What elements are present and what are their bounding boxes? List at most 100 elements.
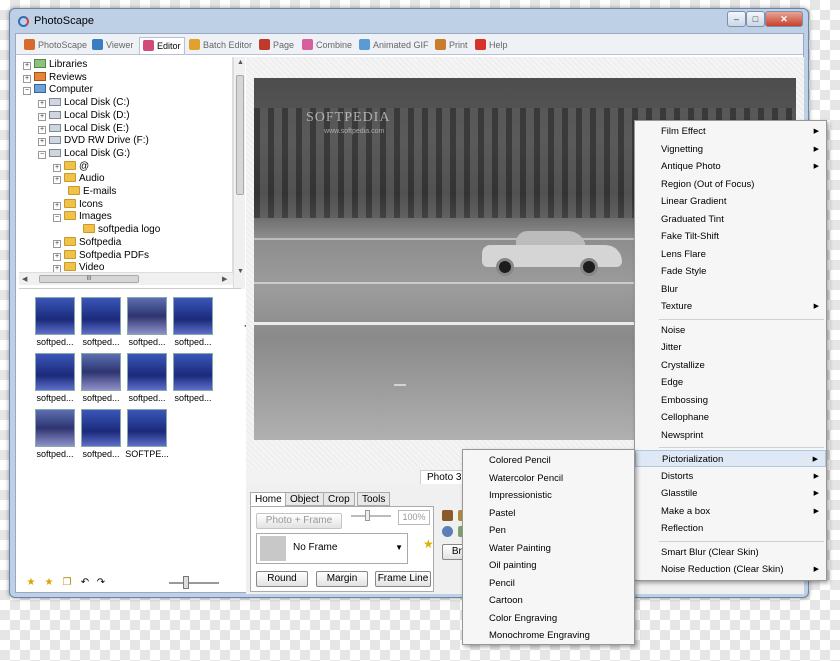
menu-item-embossing[interactable]: Embossing xyxy=(635,392,826,409)
thumbnail[interactable]: softped... xyxy=(33,409,77,462)
menu-item-film-effect[interactable]: Film Effect ▶ xyxy=(635,123,826,140)
tree-node[interactable]: + @ xyxy=(53,160,89,173)
expander-icon[interactable]: − xyxy=(53,214,61,223)
tree-node[interactable]: + Local Disk (C:) xyxy=(38,96,130,109)
expander-icon[interactable]: + xyxy=(53,265,61,272)
menu-item-newsprint[interactable]: Newsprint xyxy=(635,427,826,444)
thumbnail[interactable]: softped... xyxy=(171,297,215,350)
tab-batch-editor[interactable]: Batch Editor xyxy=(186,37,252,54)
submenu-item-water-painting[interactable]: Water Painting xyxy=(463,540,634,557)
tree-node[interactable]: + Reviews xyxy=(23,71,87,84)
submenu-item-colored-pencil[interactable]: Colored Pencil xyxy=(463,452,634,469)
thumbnail[interactable]: softped... xyxy=(125,353,169,406)
scroll-up-icon[interactable]: ▲ xyxy=(237,59,244,66)
frame-line-button[interactable]: Frame Line xyxy=(375,571,431,587)
tree-node[interactable]: + Audio xyxy=(53,172,105,185)
forward-arrow-icon[interactable]: ↷ xyxy=(95,577,107,588)
tree-node[interactable]: + Softpedia xyxy=(53,236,121,249)
expander-icon[interactable]: + xyxy=(23,62,31,70)
menu-item-fake-tilt-shift[interactable]: Fake Tilt-Shift xyxy=(635,228,826,245)
tab-combine[interactable]: Combine xyxy=(299,37,352,54)
submenu-item-impressionistic[interactable]: Impressionistic xyxy=(463,487,634,504)
thumbnail[interactable]: softped... xyxy=(33,297,77,350)
menu-item-distorts[interactable]: Distorts ▶ xyxy=(635,468,826,485)
submenu-item-color-engraving[interactable]: Color Engraving xyxy=(463,610,634,627)
tab-page[interactable]: Page xyxy=(256,37,294,54)
menu-item-noise-reduction-clear-skin[interactable]: Noise Reduction (Clear Skin) ▶ xyxy=(635,561,826,578)
menu-item-reflection[interactable]: Reflection xyxy=(635,520,826,537)
menu-item-vignetting[interactable]: Vignetting ▶ xyxy=(635,141,826,158)
menu-item-make-a-box[interactable]: Make a box ▶ xyxy=(635,503,826,520)
menu-item-fade-style[interactable]: Fade Style xyxy=(635,263,826,280)
expander-icon[interactable]: − xyxy=(38,150,46,159)
scroll-down-icon[interactable]: ▼ xyxy=(237,268,244,275)
expander-icon[interactable]: + xyxy=(38,125,46,134)
expander-icon[interactable]: + xyxy=(23,74,31,83)
menu-item-smart-blur-clear-skin[interactable]: Smart Blur (Clear Skin) xyxy=(635,544,826,561)
tab-animated-gif[interactable]: Animated GIF xyxy=(356,37,429,54)
tree-node[interactable]: − Local Disk (G:) xyxy=(38,147,130,160)
menu-item-antique-photo[interactable]: Antique Photo ▶ xyxy=(635,158,826,175)
tree-node[interactable]: + Video xyxy=(53,261,104,272)
title-bar[interactable]: PhotoScape – □ ✕ xyxy=(10,9,808,33)
menu-item-cellophane[interactable]: Cellophane xyxy=(635,409,826,426)
tree-node[interactable]: + Local Disk (D:) xyxy=(38,109,130,122)
tree-node[interactable]: + Softpedia PDFs xyxy=(53,249,149,262)
star-icon[interactable]: ★ xyxy=(25,577,37,588)
thumbnail[interactable]: softped... xyxy=(125,297,169,350)
submenu-item-pencil[interactable]: Pencil xyxy=(463,575,634,592)
folder-icon[interactable]: ❐ xyxy=(61,577,73,588)
tree-node[interactable]: + Icons xyxy=(53,198,103,211)
tree-node[interactable]: − Computer xyxy=(23,83,93,96)
thumbnail[interactable]: softped... xyxy=(79,297,123,350)
submenu-item-pastel[interactable]: Pastel xyxy=(463,505,634,522)
folder-tree[interactable]: + Libraries + Reviews − Computer + Local Disk (… xyxy=(19,57,233,272)
close-button[interactable]: ✕ xyxy=(765,11,803,27)
menu-item-lens-flare[interactable]: Lens Flare xyxy=(635,246,826,263)
menu-item-glasstile[interactable]: Glasstile ▶ xyxy=(635,485,826,502)
menu-item-edge[interactable]: Edge xyxy=(635,374,826,391)
tree-node[interactable]: E-mails xyxy=(53,185,116,198)
opacity-slider[interactable] xyxy=(365,510,370,521)
menu-item-noise[interactable]: Noise xyxy=(635,322,826,339)
tab-print[interactable]: Print xyxy=(432,37,468,54)
submenu-item-pen[interactable]: Pen xyxy=(463,522,634,539)
menu-item-blur[interactable]: Blur xyxy=(635,281,826,298)
menu-item-pictorialization[interactable]: Pictorialization ▶ xyxy=(635,450,826,467)
thumbnail[interactable]: softped... xyxy=(79,409,123,462)
expander-icon[interactable]: + xyxy=(53,201,61,210)
tree-horizontal-scrollbar[interactable]: ◀ III ▶ xyxy=(19,272,233,285)
rotate-icon[interactable] xyxy=(442,526,453,537)
tab-crop[interactable]: Crop xyxy=(323,492,355,506)
back-arrow-icon[interactable]: ↶ xyxy=(79,577,91,588)
scroll-right-icon[interactable]: ▶ xyxy=(222,275,227,283)
frame-dropdown[interactable]: No Frame ▼ xyxy=(256,533,408,564)
expander-icon[interactable]: − xyxy=(23,87,31,96)
tab-photoscape[interactable]: PhotoScape xyxy=(21,37,87,54)
color-tool-icon[interactable] xyxy=(442,510,453,521)
tree-node[interactable]: softpedia logo xyxy=(68,223,160,236)
menu-item-jitter[interactable]: Jitter xyxy=(635,339,826,356)
tree-node[interactable]: + Local Disk (E:) xyxy=(38,122,129,135)
stars-icon[interactable]: ★ xyxy=(43,577,55,588)
menu-item-region-out-of-focus[interactable]: Region (Out of Focus) xyxy=(635,176,826,193)
submenu-item-oil-painting[interactable]: Oil painting xyxy=(463,557,634,574)
thumbnail[interactable]: softped... xyxy=(33,353,77,406)
tree-vertical-scrollbar[interactable]: ▲ ▼ xyxy=(233,57,245,289)
expander-icon[interactable]: + xyxy=(53,176,61,185)
favorite-star-icon[interactable]: ★ xyxy=(423,537,434,551)
expander-icon[interactable]: + xyxy=(38,138,46,147)
menu-item-graduated-tint[interactable]: Graduated Tint xyxy=(635,211,826,228)
tab-object[interactable]: Object xyxy=(285,492,324,506)
submenu-item-cartoon[interactable]: Cartoon xyxy=(463,592,634,609)
thumbnail[interactable]: softped... xyxy=(79,353,123,406)
tree-node[interactable]: − Images xyxy=(53,210,112,223)
opacity-value[interactable]: 100% xyxy=(398,510,430,525)
submenu-item-watercolor-pencil[interactable]: Watercolor Pencil xyxy=(463,470,634,487)
expander-icon[interactable]: + xyxy=(53,163,61,172)
minimize-button[interactable]: – xyxy=(727,11,746,27)
tree-node[interactable]: + DVD RW Drive (F:) xyxy=(38,134,149,147)
menu-item-texture[interactable]: Texture ▶ xyxy=(635,298,826,315)
tree-hscroll-thumb[interactable]: III xyxy=(39,275,139,283)
expander-icon[interactable]: + xyxy=(53,252,61,261)
